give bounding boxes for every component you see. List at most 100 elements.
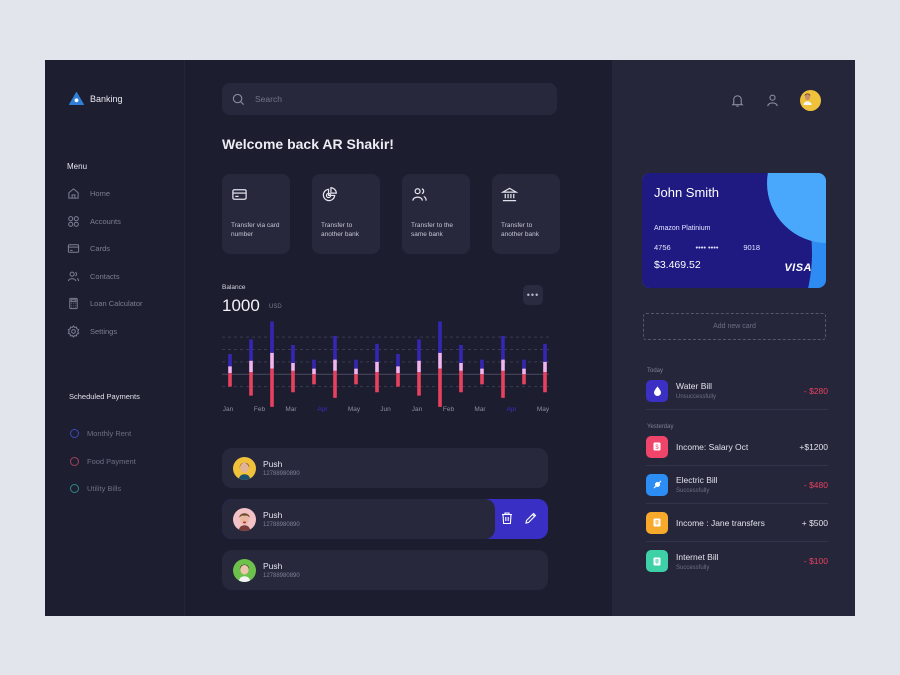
scheduled-item-utility-bills[interactable]: Utility Bills [70,475,136,503]
trash-icon[interactable] [500,511,514,525]
sidebar-item-contacts[interactable]: Contacts [67,263,143,291]
contact-item[interactable]: Push 12788980890 [222,448,548,488]
scheduled-item-monthly-rent[interactable]: Monthly Rent [70,420,136,448]
contacts-list: Push 12788980890 Push 12788980890 Push 1… [222,448,548,601]
chart-bar-middle[interactable] [270,352,274,369]
search-bar[interactable] [222,83,557,115]
chart-bar-lower[interactable] [396,373,400,387]
chart-bar-middle[interactable] [354,368,358,375]
chart-bar-upper[interactable] [501,336,505,360]
sidebar-item-loan-calculator[interactable]: Loan Calculator [67,290,143,318]
chart-bar-middle[interactable] [396,366,400,374]
balance-value: 1000 [222,296,260,315]
credit-card[interactable]: John Smith Amazon Platinium 4756 •••• ••… [642,173,826,288]
chart-bar-lower[interactable] [480,374,484,385]
scheduled-item-food-payment[interactable]: Food Payment [70,448,136,476]
chart-bar-upper[interactable] [438,321,442,353]
chart-bar-lower[interactable] [543,372,547,393]
transaction-item[interactable]: Electric Bill Successfully - $480 [646,466,828,504]
transfer-another-bank-2-button[interactable]: Transfer to another bank [492,174,560,254]
contact-name: Push [263,510,283,520]
card-icon [67,244,80,253]
sidebar-item-cards[interactable]: Cards [67,235,143,263]
chart-bar-middle[interactable] [228,366,232,374]
contact-item[interactable]: Push 12788980890 [222,550,548,590]
transaction-item[interactable]: Internet Bill Successfully - $100 [646,542,828,580]
sidebar-item-home[interactable]: Home [67,180,143,208]
chart-bar-middle[interactable] [543,361,547,372]
scheduled-item-label: Utility Bills [87,484,122,494]
chart-bar-middle[interactable] [459,363,463,371]
chart-bar-upper[interactable] [396,354,400,367]
sidebar-item-settings[interactable]: Settings [67,318,143,346]
action-label: Transfer to another bank [321,222,359,238]
chart-bar-lower[interactable] [270,368,274,407]
profile-avatar[interactable] [800,90,821,111]
chart-bar-upper[interactable] [480,359,484,369]
balance-unit: USD [269,304,282,310]
transaction-text: Internet Bill Successfully [676,552,804,571]
transaction-item[interactable]: Income : Jane transfers + $500 [646,504,828,542]
chart-bar-lower[interactable] [312,374,316,385]
transaction-text: Income: Salary Oct [676,442,799,452]
chart-bar-middle[interactable] [333,359,337,371]
edit-pencil-icon[interactable] [524,511,538,525]
avatar [233,456,256,480]
chart-bar-lower[interactable] [522,374,526,385]
chart-bar-upper[interactable] [333,336,337,360]
chart-bar-lower[interactable] [291,370,295,393]
chart-bar-upper[interactable] [270,321,274,353]
chart-bar-upper[interactable] [312,359,316,369]
card-icon [232,189,247,200]
chart-bar-lower[interactable] [249,372,253,396]
status-circle-icon [70,429,79,439]
chart-bar-upper[interactable] [522,359,526,369]
chart-bar-lower[interactable] [354,374,358,385]
transaction-item[interactable]: $ Income: Salary Oct +$1200 [646,428,828,466]
chart-bar-middle[interactable] [312,368,316,375]
chart-bar-upper[interactable] [228,354,232,367]
chart-bar-upper[interactable] [291,345,295,363]
chart-bar-middle[interactable] [438,352,442,369]
transaction-amount: - $480 [803,479,828,490]
right-panel: John Smith Amazon Platinium 4756 •••• ••… [612,60,855,616]
sidebar-item-accounts[interactable]: Accounts [67,208,143,236]
chart-bar-lower[interactable] [459,370,463,393]
chart-bar-upper[interactable] [354,359,358,369]
chart-bar-middle[interactable] [501,359,505,371]
transaction-item[interactable]: Water Bill Unsuccessfully - $280 [646,372,828,410]
transfer-via-card-button[interactable]: Transfer via card number [222,174,290,254]
chart-bar-lower[interactable] [438,368,442,407]
more-options-button[interactable]: ••• [523,285,543,305]
contact-item-swiped[interactable]: Push 12788980890 [222,499,548,539]
chart-bar-lower[interactable] [228,373,232,387]
water-drop-icon [646,379,668,402]
chart-bar-middle[interactable] [375,361,379,372]
chart-bar-middle[interactable] [291,363,295,371]
chart-bar-upper[interactable] [249,339,253,361]
user-icon[interactable] [765,93,780,108]
chart-bar-lower[interactable] [501,370,505,398]
chart-bar-middle[interactable] [417,360,421,372]
chart-bar-lower[interactable] [417,372,421,396]
chart-bar-upper[interactable] [417,339,421,361]
add-new-card-button[interactable]: Add new card [643,313,826,340]
chart-bar-upper[interactable] [375,343,379,362]
chart-bar-middle[interactable] [249,360,253,372]
transfer-another-bank-button[interactable]: Transfer to another bank [312,174,380,254]
swipe-actions [500,511,538,525]
chart-bar-middle[interactable] [480,368,484,375]
chart-bar-lower[interactable] [333,370,337,398]
logo[interactable]: Banking [69,92,123,105]
contact-item-body[interactable]: Push 12788980890 [222,499,495,539]
search-input[interactable] [255,94,535,104]
chart-bar-upper[interactable] [543,343,547,362]
chart-bar-upper[interactable] [459,345,463,363]
contacts-icon [67,271,80,282]
chart-bar-lower[interactable] [375,372,379,393]
bell-icon[interactable] [730,93,745,108]
transfer-same-bank-button[interactable]: Transfer to the same bank [402,174,470,254]
sidebar-item-label: Accounts [90,216,121,226]
chart-bar-middle[interactable] [522,368,526,375]
visa-logo: VISA [784,262,812,274]
